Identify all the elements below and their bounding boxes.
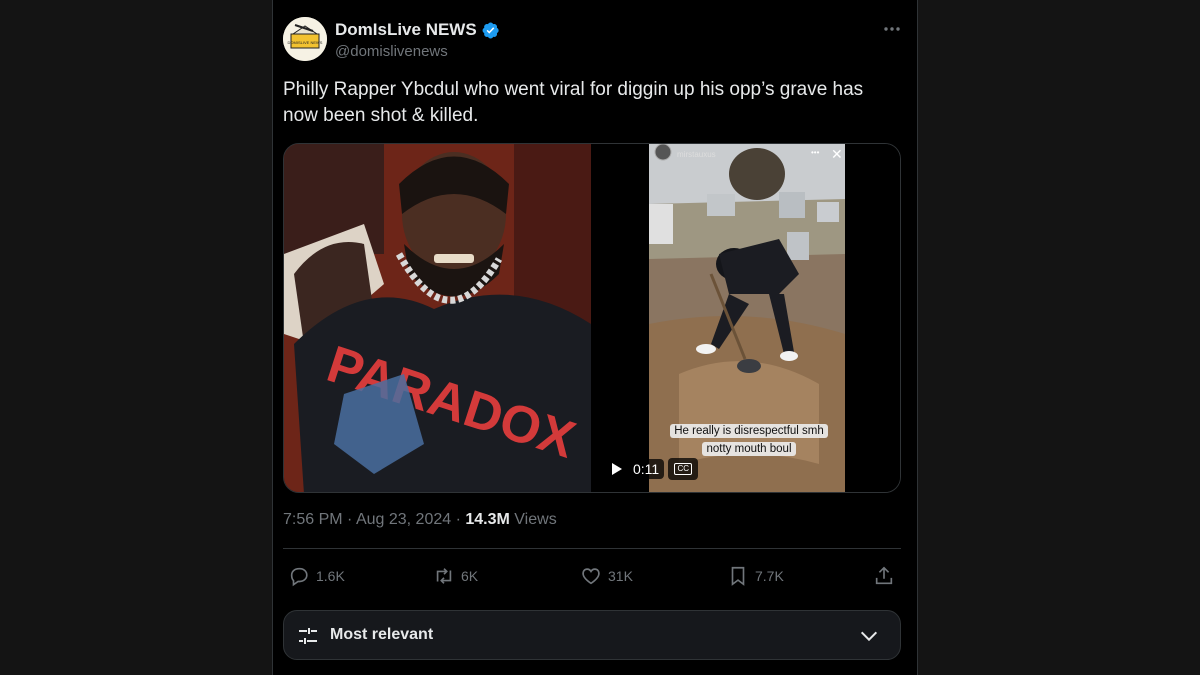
meta-separator-2: · <box>455 511 461 528</box>
tweet-meta: 7:56 PM · Aug 23, 2024 · 14.3M Views <box>283 511 557 529</box>
reply-sort-dropdown[interactable]: Most relevant <box>283 610 901 660</box>
share-icon <box>875 566 893 585</box>
share-button[interactable] <box>873 562 895 590</box>
story-username: mirstauxus <box>677 150 716 159</box>
play-icon[interactable] <box>608 461 624 477</box>
heart-icon <box>582 568 600 585</box>
tweet-actions-bar: 1.6K 6K 31K 7.7K <box>283 562 903 592</box>
cc-icon: CC <box>674 463 692 475</box>
avatar-logo-text: DOMISLIVE NEWS <box>288 40 323 45</box>
reply-icon <box>290 567 308 587</box>
repost-count: 6K <box>461 568 479 584</box>
reply-count: 1.6K <box>316 568 345 584</box>
tweet-text: Philly Rapper Ybcdul who went viral for … <box>283 79 864 126</box>
closed-captions-button[interactable]: CC <box>668 458 699 480</box>
author-handle[interactable]: @domislivenews <box>335 43 448 60</box>
left-side-panel <box>0 0 272 675</box>
video-caption-line2: notty mouth boul <box>702 442 796 456</box>
video-player[interactable]: mirstauxus ••• ✕ He really is disrespect… <box>591 144 900 492</box>
divider-top <box>283 548 901 549</box>
views-count: 14.3M <box>465 511 510 528</box>
author-name-row: DomIsLive NEWS <box>335 20 500 40</box>
tweet-header: DOMISLIVE NEWS DomIsLive NEWS @domislive… <box>283 17 903 65</box>
meta-separator: · <box>347 511 353 528</box>
avatar[interactable]: DOMISLIVE NEWS <box>283 17 327 61</box>
bookmark-count: 7.7K <box>755 568 784 584</box>
tweet-date[interactable]: Aug 23, 2024 <box>356 511 451 528</box>
tweet-detail-column: DOMISLIVE NEWS DomIsLive NEWS @domislive… <box>272 0 918 675</box>
tweet-media[interactable]: PARADOX mirstauxus ••• ✕ He really is di… <box>283 143 901 493</box>
author-display-name[interactable]: DomIsLive NEWS <box>335 20 477 40</box>
like-button[interactable]: 31K <box>580 562 633 590</box>
chevron-down-icon <box>860 631 878 642</box>
story-more-icon: ••• <box>811 148 820 157</box>
repost-icon <box>436 568 452 584</box>
right-side-panel <box>918 0 1200 675</box>
views-label: Views <box>514 511 557 528</box>
reply-button[interactable]: 1.6K <box>288 562 345 590</box>
video-duration: 0:11 <box>628 459 665 479</box>
verified-badge-icon <box>482 21 499 39</box>
video-caption-line1: He really is disrespectful smh <box>670 424 828 438</box>
more-options-icon[interactable] <box>881 19 903 39</box>
tweet-time[interactable]: 7:56 PM <box>283 511 343 528</box>
like-count: 31K <box>608 568 633 584</box>
video-controls: 0:11 CC <box>608 458 699 480</box>
story-close-icon: ✕ <box>831 146 843 162</box>
rapper-photo[interactable]: PARADOX <box>284 144 591 492</box>
sort-label: Most relevant <box>330 626 434 643</box>
filter-sliders-icon <box>299 628 317 644</box>
bookmark-icon <box>731 566 745 586</box>
video-caption: He really is disrespectful smh notty mou… <box>669 422 829 458</box>
bookmark-button[interactable]: 7.7K <box>727 562 784 590</box>
repost-button[interactable]: 6K <box>433 562 478 590</box>
video-frame: mirstauxus ••• ✕ He really is disrespect… <box>649 144 845 492</box>
